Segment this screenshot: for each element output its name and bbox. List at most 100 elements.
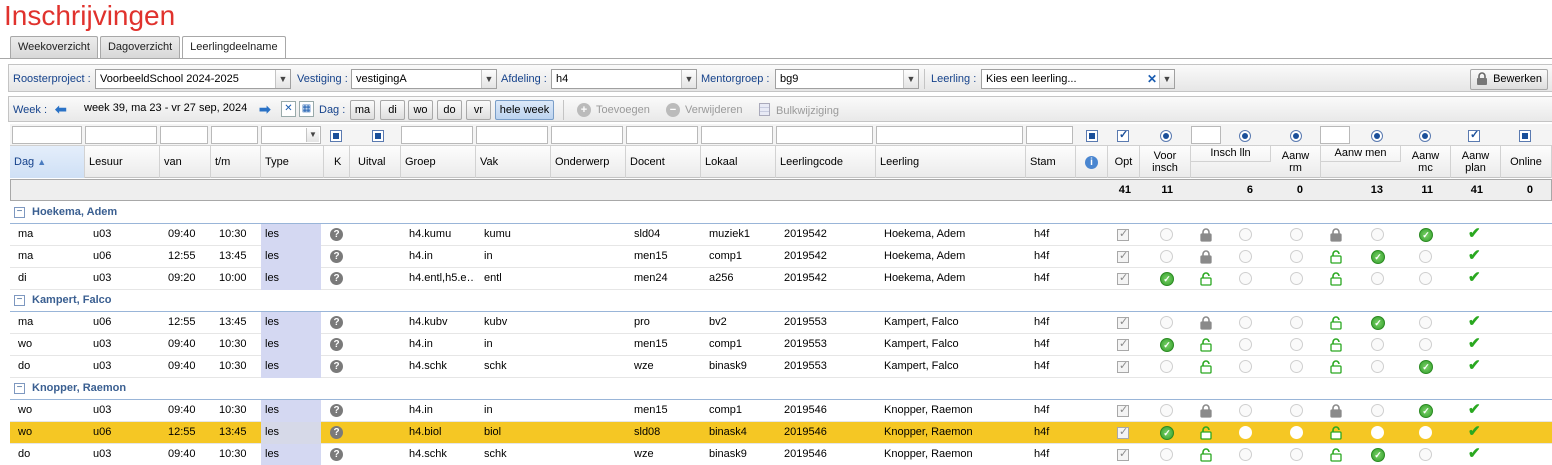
insch-lln-empty-icon[interactable] xyxy=(1239,426,1252,439)
vestiging-select[interactable]: vestigingA ▼ xyxy=(351,69,497,89)
lock-open-icon[interactable] xyxy=(1200,272,1212,286)
opt-checkbox[interactable] xyxy=(1117,337,1129,351)
whole-week-button[interactable]: hele week xyxy=(495,100,554,120)
col-insch-lln[interactable]: Insch lln xyxy=(1191,146,1271,162)
afdeling-select[interactable]: h4 ▼ xyxy=(551,69,697,89)
help-icon[interactable]: ? xyxy=(330,404,343,417)
plan-check-icon[interactable]: ✔ xyxy=(1468,358,1481,373)
insch-lln-empty-icon[interactable] xyxy=(1239,316,1252,329)
aanw-men-empty-icon[interactable] xyxy=(1371,272,1384,285)
lock-open-icon[interactable] xyxy=(1330,338,1342,352)
col-stam[interactable]: Stam xyxy=(1026,146,1076,178)
online-filter-checkbox[interactable] xyxy=(1519,130,1531,142)
aanw-men-check-icon[interactable]: ✓ xyxy=(1371,316,1385,330)
add-button[interactable]: + Toevoegen xyxy=(577,103,650,117)
aanw-men-empty-icon[interactable] xyxy=(1371,360,1384,373)
aanw-men-filter-radio[interactable] xyxy=(1371,130,1383,142)
voor-insch-check-icon[interactable]: ✓ xyxy=(1160,272,1174,286)
table-row[interactable]: wo u03 09:40 10:30 les h4.in in men15 comp1 20195… xyxy=(10,400,1552,422)
aanw-rm-empty-icon[interactable] xyxy=(1290,404,1303,417)
col-type[interactable]: Type xyxy=(261,146,324,178)
col-aanw-mc[interactable]: Aanw mc xyxy=(1401,146,1451,178)
help-icon[interactable]: ? xyxy=(330,448,343,461)
insch-lln-empty-icon[interactable] xyxy=(1239,250,1252,263)
col-docent[interactable]: Docent xyxy=(626,146,701,178)
groep-filter-input[interactable] xyxy=(401,126,473,144)
opt-filter-checkbox[interactable] xyxy=(1117,128,1129,142)
lock-open-icon[interactable] xyxy=(1200,426,1212,440)
lock-icon[interactable] xyxy=(1330,404,1342,418)
group-header[interactable]: − Kampert, Falco xyxy=(10,290,1552,312)
docent-filter-input[interactable] xyxy=(626,126,698,144)
lock-open-icon[interactable] xyxy=(1330,448,1342,462)
help-icon[interactable]: ? xyxy=(330,426,343,439)
aanw-men-empty-icon[interactable] xyxy=(1371,338,1384,351)
aanw-men-check-icon[interactable]: ✓ xyxy=(1371,448,1385,462)
leerling-filter-input[interactable] xyxy=(876,126,1023,144)
day-button-ma[interactable]: ma xyxy=(350,100,375,120)
col-aanw-rm[interactable]: Aanw rm xyxy=(1271,146,1321,178)
day-button-vr[interactable]: vr xyxy=(466,100,491,120)
tab-weekoverzicht[interactable]: Weekoverzicht xyxy=(10,36,98,58)
aanw-men-empty-icon[interactable] xyxy=(1371,228,1384,241)
col-info[interactable]: i xyxy=(1076,146,1108,178)
aanw-mc-empty-icon[interactable] xyxy=(1419,426,1432,439)
voor-insch-empty-icon[interactable] xyxy=(1160,316,1173,329)
aanw-men-empty-icon[interactable] xyxy=(1371,404,1384,417)
plan-check-icon[interactable]: ✔ xyxy=(1468,226,1481,241)
col-lesuur[interactable]: Lesuur xyxy=(85,146,160,178)
aanw-rm-empty-icon[interactable] xyxy=(1290,338,1303,351)
help-icon[interactable]: ? xyxy=(330,316,343,329)
voor-insch-empty-icon[interactable] xyxy=(1160,250,1173,263)
stam-filter-input[interactable] xyxy=(1026,126,1073,144)
voor-insch-check-icon[interactable]: ✓ xyxy=(1160,426,1174,440)
col-online[interactable]: Online xyxy=(1501,146,1552,178)
opt-checkbox[interactable] xyxy=(1117,359,1129,373)
col-lokaal[interactable]: Lokaal xyxy=(701,146,776,178)
plan-check-icon[interactable]: ✔ xyxy=(1468,248,1481,263)
lock-icon[interactable] xyxy=(1200,250,1212,264)
help-icon[interactable]: ? xyxy=(330,272,343,285)
col-uitval[interactable]: Uitval xyxy=(350,146,401,178)
aanw-rm-empty-icon[interactable] xyxy=(1290,272,1303,285)
table-row[interactable]: wo u06 12:55 13:45 les h4.biol biol sld08 binask… xyxy=(10,422,1552,444)
table-row[interactable]: do u03 09:40 10:30 les h4.schk schk wze binask9 2… xyxy=(10,444,1552,465)
mentorgroep-select[interactable]: bg9 ▼ xyxy=(775,69,919,89)
leerling-select[interactable]: Kies een leerling... ✕ ▼ xyxy=(981,69,1175,89)
group-header[interactable]: − Hoekema, Adem xyxy=(10,202,1552,224)
lock-icon[interactable] xyxy=(1200,404,1212,418)
opt-checkbox[interactable] xyxy=(1117,425,1129,439)
aanw-mc-check-icon[interactable]: ✓ xyxy=(1419,360,1433,374)
col-dag[interactable]: Dag ▲ xyxy=(10,146,85,178)
col-van[interactable]: van xyxy=(160,146,211,178)
type-filter-select[interactable]: ▼ xyxy=(261,126,321,144)
col-opt[interactable]: Opt xyxy=(1108,146,1140,178)
vak-filter-input[interactable] xyxy=(476,126,548,144)
lock-open-icon[interactable] xyxy=(1330,316,1342,330)
table-row[interactable]: do u03 09:40 10:30 les h4.schk schk wze binask9 2… xyxy=(10,356,1552,378)
aanw-rm-empty-icon[interactable] xyxy=(1290,426,1303,439)
lock-open-icon[interactable] xyxy=(1200,448,1212,462)
chevron-down-icon[interactable]: ▼ xyxy=(481,70,496,88)
opt-checkbox[interactable] xyxy=(1117,249,1129,263)
edit-button[interactable]: Bewerken xyxy=(1470,69,1548,90)
aanw-rm-empty-icon[interactable] xyxy=(1290,360,1303,373)
insch-lln-empty-icon[interactable] xyxy=(1239,404,1252,417)
aanw-rm-empty-icon[interactable] xyxy=(1290,448,1303,461)
tab-leerlingdeelname[interactable]: Leerlingdeelname xyxy=(182,36,286,59)
col-vak[interactable]: Vak xyxy=(476,146,551,178)
chevron-down-icon[interactable]: ▼ xyxy=(306,128,319,142)
chevron-down-icon[interactable]: ▼ xyxy=(1159,70,1174,88)
aanw-mc-check-icon[interactable]: ✓ xyxy=(1419,404,1433,418)
help-icon[interactable]: ? xyxy=(330,360,343,373)
col-aanw-men[interactable]: Aanw men xyxy=(1321,146,1401,162)
insch-lln-empty-icon[interactable] xyxy=(1239,272,1252,285)
insch-lln-empty-icon[interactable] xyxy=(1239,360,1252,373)
uitval-filter-checkbox[interactable] xyxy=(372,130,384,142)
table-row[interactable]: di u03 09:20 10:00 les h4.entl,h5.e… entl men24… xyxy=(10,268,1552,290)
plan-check-icon[interactable]: ✔ xyxy=(1468,402,1481,417)
day-button-do[interactable]: do xyxy=(437,100,462,120)
plan-check-icon[interactable]: ✔ xyxy=(1468,446,1481,461)
insch-lln-empty-icon[interactable] xyxy=(1239,338,1252,351)
col-leerling[interactable]: Leerling xyxy=(876,146,1026,178)
